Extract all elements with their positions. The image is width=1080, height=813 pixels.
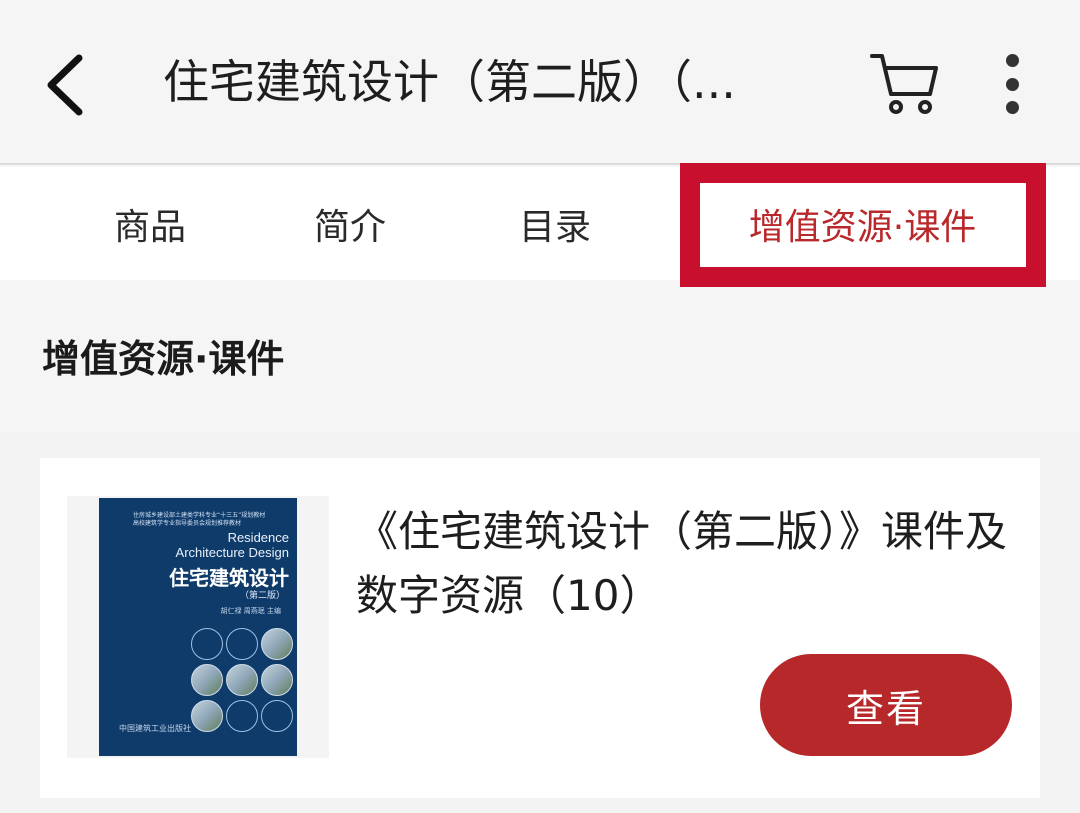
cover-series-line: 高校建筑学专业指导委员会规划推荐教材 <box>133 520 242 527</box>
cover-circle <box>191 628 223 660</box>
cover-english-title: Residence <box>227 530 289 545</box>
back-button[interactable] <box>30 40 100 130</box>
cart-icon <box>870 54 938 114</box>
cover-photo-circle <box>261 628 293 660</box>
cover-photo-circle <box>226 664 258 696</box>
more-vertical-icon <box>1005 101 1019 114</box>
tab-product[interactable]: 商品 <box>90 167 210 280</box>
cover-circle <box>261 700 293 732</box>
cart-button[interactable] <box>866 44 942 120</box>
cover-publisher: 中国建筑工业出版社 <box>119 724 191 733</box>
view-button[interactable]: 查看 <box>760 654 1012 756</box>
more-vertical-icon <box>1005 77 1019 91</box>
tab-highlight-box <box>680 163 1046 287</box>
more-button[interactable] <box>990 46 1034 122</box>
book-cover-frame: 住房城乡建设部土建类学科专业“十三五”规划教材 高校建筑学专业指导委员会规划推荐… <box>67 496 329 758</box>
cover-photo-circle <box>191 700 223 732</box>
cover-photo-circle <box>191 664 223 696</box>
page-title: 住宅建筑设计（第二版）（... <box>163 55 736 109</box>
section-title: 增值资源·课件 <box>42 337 285 381</box>
tab-contents[interactable]: 目录 <box>495 167 615 280</box>
cover-circle <box>226 700 258 732</box>
cover-circle <box>226 628 258 660</box>
resource-card[interactable]: 住房城乡建设部土建类学科专业“十三五”规划教材 高校建筑学专业指导委员会规划推荐… <box>40 458 1040 798</box>
resource-title[interactable]: 《住宅建筑设计（第二版）》课件及数字资源（10） <box>356 500 1016 628</box>
cover-edition: （第二版） <box>239 591 285 601</box>
chevron-left-icon <box>47 54 83 116</box>
cover-chinese-title: 住宅建筑设计 <box>169 566 289 590</box>
cover-photo-circle <box>261 664 293 696</box>
tab-intro[interactable]: 简介 <box>290 167 410 280</box>
app-bar: 住宅建筑设计（第二版）（... <box>0 0 1080 165</box>
more-vertical-icon <box>1005 54 1019 67</box>
cover-english-title: Architecture Design <box>175 545 289 560</box>
book-cover[interactable]: 住房城乡建设部土建类学科专业“十三五”规划教材 高校建筑学专业指导委员会规划推荐… <box>99 498 297 756</box>
cover-authors: 胡仁禄 周燕珉 主编 <box>220 607 281 615</box>
